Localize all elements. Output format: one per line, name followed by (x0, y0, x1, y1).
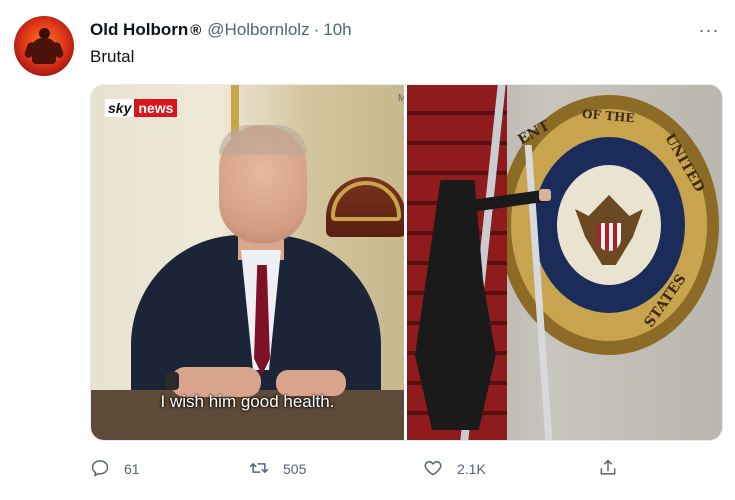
like-count: 2.1K (457, 461, 486, 477)
tweet-text: Brutal (90, 47, 135, 66)
heart-icon (423, 458, 443, 481)
more-options-button[interactable]: ··· (697, 20, 721, 40)
media-image-left[interactable]: sky news M I wish him good health. (91, 85, 404, 440)
reply-button[interactable]: 61 (90, 454, 140, 484)
media-image-right[interactable]: ENT OF THE UNITED STATES (407, 85, 722, 440)
separator-dot: · (313, 20, 320, 39)
like-button[interactable]: 2.1K (423, 454, 486, 484)
tweet-media[interactable]: sky news M I wish him good health. ENT O… (90, 84, 723, 441)
retweet-button[interactable]: 505 (249, 454, 306, 484)
reply-icon (90, 458, 110, 481)
reply-count: 61 (124, 461, 140, 477)
tweet-card[interactable]: Old Holborn ® @Holbornlolz · 10h ··· Bru… (0, 0, 735, 500)
video-caption: I wish him good health. (160, 392, 335, 411)
logo-sky-text: sky (105, 99, 135, 117)
author-name[interactable]: Old Holborn (90, 20, 188, 40)
logo-news-text: news (134, 99, 178, 117)
retweet-icon (249, 458, 269, 481)
tweet-header: Old Holborn ® @Holbornlolz · 10h (90, 19, 352, 41)
sky-news-logo: sky news (105, 99, 178, 117)
timestamp[interactable]: 10h (323, 20, 351, 40)
retweet-count: 505 (283, 461, 307, 477)
share-icon (598, 458, 618, 481)
author-handle[interactable]: @Holbornlolz (207, 20, 309, 40)
avatar[interactable] (14, 16, 74, 76)
share-button[interactable] (598, 454, 618, 484)
registered-mark: ® (190, 21, 202, 39)
